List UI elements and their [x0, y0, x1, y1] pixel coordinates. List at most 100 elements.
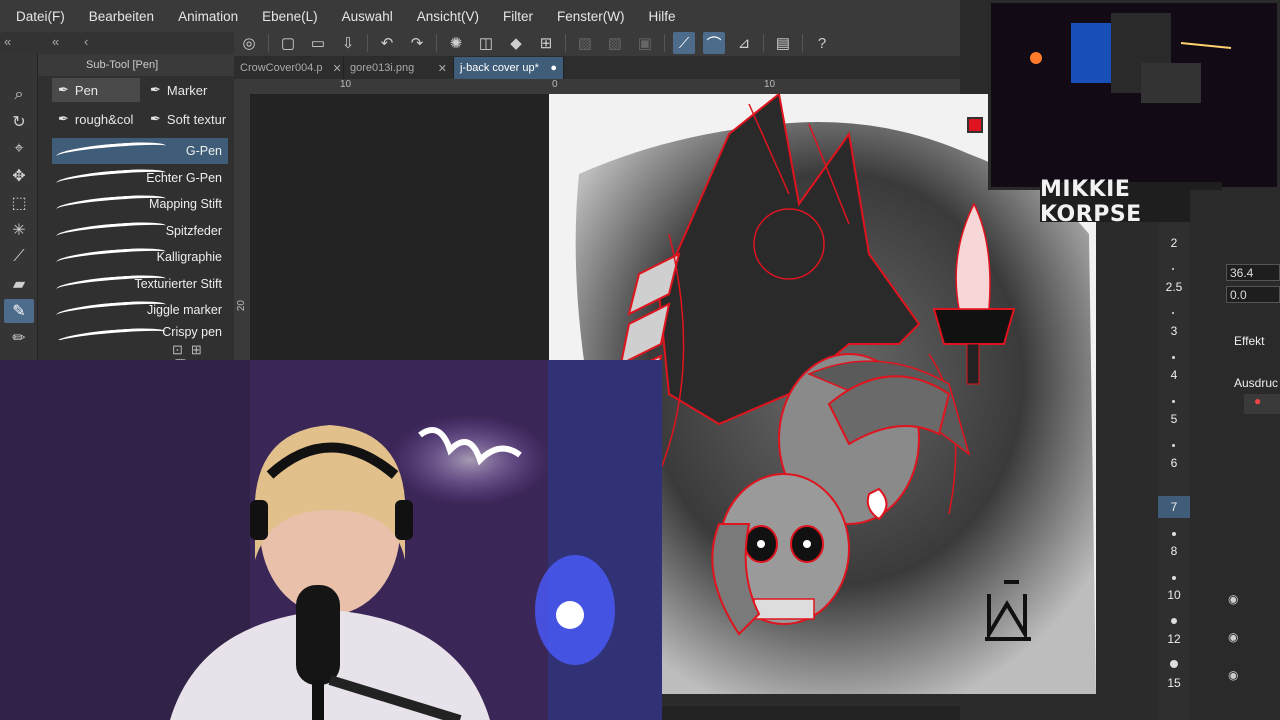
curve-snap-icon[interactable]: ⌒ [703, 32, 725, 54]
open-folder-icon[interactable]: ▭ [307, 32, 329, 54]
pencil-icon[interactable]: ✏ [4, 326, 34, 350]
subtool-group-rough[interactable]: ✒ rough&col [52, 107, 140, 131]
brush-g-pen[interactable]: G-Pen [52, 138, 228, 164]
transform-icon[interactable]: ⊞ [535, 32, 557, 54]
move-icon[interactable]: ✥ [4, 164, 34, 188]
size-option[interactable]: 15 [1158, 676, 1190, 690]
separator [664, 34, 665, 52]
subtool-group-soft[interactable]: ✒ Soft textur [144, 107, 232, 131]
menu-edit[interactable]: Bearbeiten [89, 9, 166, 24]
layer-row-eye-icon[interactable]: ◉ [1228, 592, 1238, 606]
menu-file[interactable]: Datei(F) [16, 9, 77, 24]
rotate-icon[interactable]: ↻ [4, 110, 34, 134]
size-option[interactable]: 2 [1158, 236, 1190, 250]
separator [436, 34, 437, 52]
size-option[interactable]: 4 [1158, 368, 1190, 382]
magic-wand-icon[interactable]: ✳ [4, 218, 34, 242]
special-ruler-icon[interactable]: ⊿ [733, 32, 755, 54]
size-option[interactable]: 3 [1158, 324, 1190, 338]
collapse-icon[interactable]: « [4, 34, 11, 49]
command-bar: ◎ ▢ ▭ ⇩ ↶ ↷ ✺ ◫ ◆ ⊞ ▨ ▧ ▣ ⟋ ⌒ ⊿ ▤ ? [234, 30, 960, 56]
brush-stroke-preview [55, 193, 167, 215]
size-option[interactable]: 8 [1158, 544, 1190, 558]
menu-layer[interactable]: Ebene(L) [262, 9, 330, 24]
pen-icon[interactable]: ✎ [4, 299, 34, 323]
size-option-selected[interactable]: 7 [1158, 496, 1190, 518]
size-dot [1170, 660, 1178, 668]
menu-selection[interactable]: Auswahl [342, 9, 405, 24]
crop-icon[interactable]: ▧ [604, 32, 626, 54]
selection-icon[interactable]: ⬚ [4, 191, 34, 215]
brush-stroke-preview [55, 140, 167, 162]
brush-jiggle-marker[interactable]: Jiggle marker [52, 297, 228, 323]
separator [565, 34, 566, 52]
menu-help[interactable]: Hilfe [648, 9, 687, 24]
copy-subtool-icon[interactable]: ⊡ [172, 342, 191, 357]
new-file-icon[interactable]: ▢ [277, 32, 299, 54]
separator [367, 34, 368, 52]
brush-spitzfeder[interactable]: Spitzfeder [52, 218, 228, 244]
subtool-group-marker[interactable]: ✒ Marker [144, 78, 232, 102]
size-dot [1172, 400, 1175, 403]
size-option[interactable]: 2.5 [1158, 280, 1190, 294]
layer-row-eye-icon[interactable]: ◉ [1228, 630, 1238, 644]
size-option[interactable]: 12 [1158, 632, 1190, 646]
ruler-tick-label: 20 [236, 300, 247, 312]
help-icon[interactable]: ? [811, 32, 833, 54]
brush-size-panel: 2 2.5 3 4 5 6 7 8 10 12 15 [1158, 222, 1190, 720]
collapse-icon[interactable]: « [52, 34, 59, 49]
size-option[interactable]: 10 [1158, 588, 1190, 602]
clear-icon[interactable]: ◫ [475, 32, 497, 54]
tab-j-back-cover-up[interactable]: j-back cover up* ● [454, 57, 564, 79]
ruler-snap-icon[interactable]: ⟋ [673, 32, 695, 54]
redo-icon[interactable]: ↷ [406, 32, 428, 54]
menu-filter[interactable]: Filter [503, 9, 545, 24]
tab-gore013i[interactable]: gore013i.png ✕ [344, 57, 454, 79]
size-option[interactable]: 5 [1158, 412, 1190, 426]
busy-icon[interactable]: ✺ [445, 32, 467, 54]
expression-label: Ausdruc [1234, 376, 1279, 390]
size-option[interactable]: 6 [1158, 456, 1190, 470]
color-mode-icon[interactable]: ● [1244, 394, 1280, 414]
operation-icon[interactable]: ⌖ [4, 137, 34, 161]
separator [763, 34, 764, 52]
menu-window[interactable]: Fenster(W) [557, 9, 637, 24]
device-icon[interactable]: ▤ [772, 32, 794, 54]
brush-echter-g-pen[interactable]: Echter G-Pen [52, 165, 228, 191]
close-icon[interactable]: ✕ [333, 62, 342, 75]
menu-view[interactable]: Ansicht(V) [417, 9, 491, 24]
brush-kalligraphie[interactable]: Kalligraphie [52, 244, 228, 270]
add-subtool-icon[interactable]: ⊞ [191, 342, 210, 357]
value-field-2[interactable]: 0.0 [1226, 286, 1280, 303]
red-color-swatch[interactable] [967, 117, 983, 133]
undo-icon[interactable]: ↶ [376, 32, 398, 54]
frame-icon[interactable]: ▣ [634, 32, 656, 54]
save-icon[interactable]: ⇩ [337, 32, 359, 54]
fill-icon[interactable]: ◆ [505, 32, 527, 54]
size-dot [1172, 532, 1176, 536]
stream-camera-image [991, 3, 1277, 187]
subtool-group-label: Pen [74, 82, 99, 98]
size-dot [1172, 268, 1174, 270]
eraser-icon[interactable]: ▰ [4, 272, 34, 296]
zoom-icon[interactable]: ⌕ [4, 83, 34, 107]
subtool-group-pen[interactable]: ✒ Pen [52, 78, 140, 102]
select-off-icon[interactable]: ▨ [574, 32, 596, 54]
brush-label: Crispy pen [162, 325, 222, 339]
chevron-left-icon[interactable]: ‹ [84, 34, 88, 49]
tab-crowcover[interactable]: CrowCover004.p ✕ [234, 57, 344, 79]
size-dot [1172, 576, 1176, 580]
menu-animation[interactable]: Animation [178, 9, 250, 24]
app-icon[interactable]: ◎ [238, 32, 260, 54]
layer-row-eye-icon[interactable]: ◉ [1228, 668, 1238, 682]
field-value: 36.4 [1230, 265, 1254, 280]
subtool-group-label: Marker [166, 82, 208, 98]
brush-texturierter-stift[interactable]: Texturierter Stift [52, 271, 228, 297]
brush-mapping-stift[interactable]: Mapping Stift [52, 191, 228, 217]
ruler-left: 20 [234, 94, 250, 360]
brush-crispy-pen[interactable]: Crispy pen [52, 324, 228, 340]
value-field-1[interactable]: 36.4 [1226, 264, 1280, 281]
close-icon[interactable]: ✕ [438, 62, 447, 75]
eyedropper-icon[interactable]: ⟋ [4, 245, 34, 269]
tab-label: j-back cover up* [460, 62, 539, 74]
